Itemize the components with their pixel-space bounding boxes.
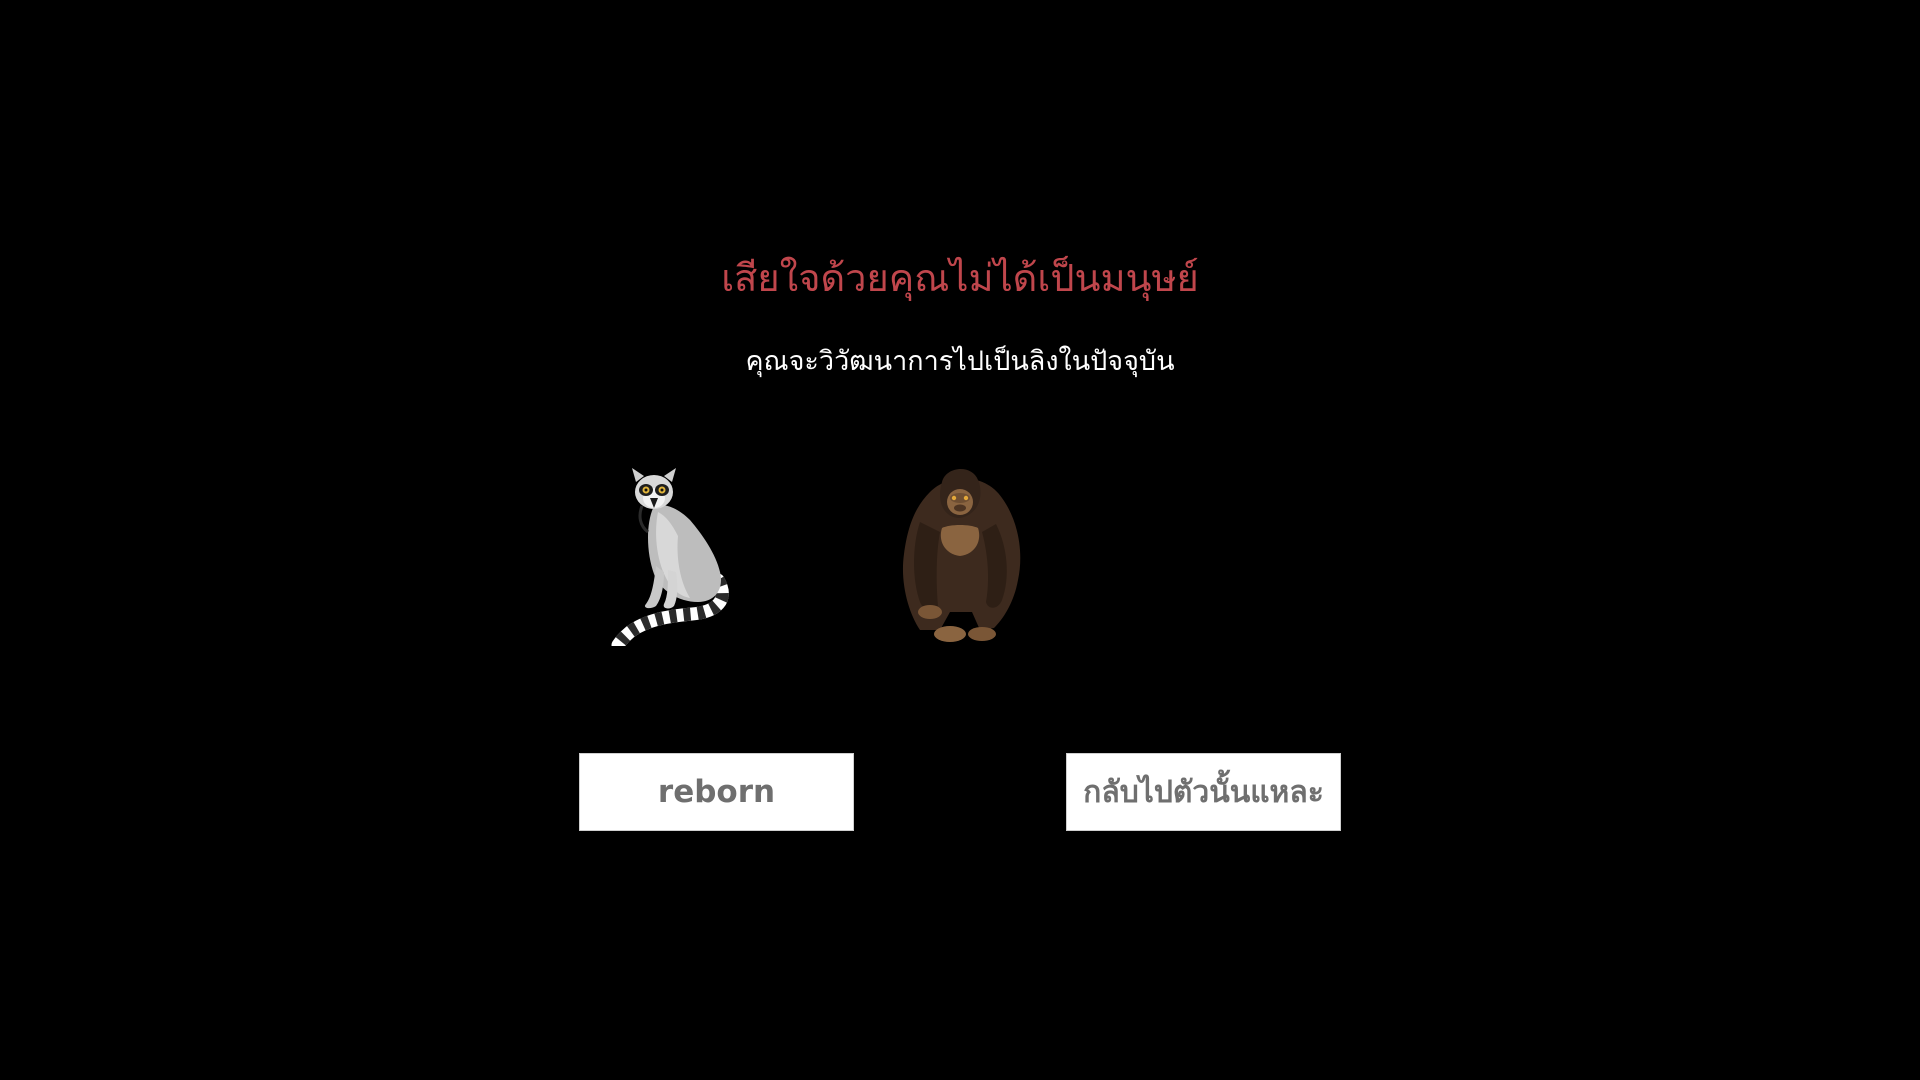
game-screen: เสียใจด้วยคุณไม่ได้เป็นมนุษย์ คุณจะวิวัฒ… xyxy=(0,0,1920,1080)
gorilla-icon xyxy=(890,462,1030,646)
result-subtitle: คุณจะวิวัฒนาการไปเป็นลิงในปัจจุบัน xyxy=(745,346,1175,377)
lemur-icon xyxy=(606,462,746,646)
reborn-button[interactable]: reborn xyxy=(579,753,854,831)
go-back-button[interactable]: กลับไปตัวนั้นแหละ xyxy=(1066,753,1341,831)
result-title: เสียใจด้วยคุณไม่ได้เป็นมนุษย์ xyxy=(721,256,1199,300)
